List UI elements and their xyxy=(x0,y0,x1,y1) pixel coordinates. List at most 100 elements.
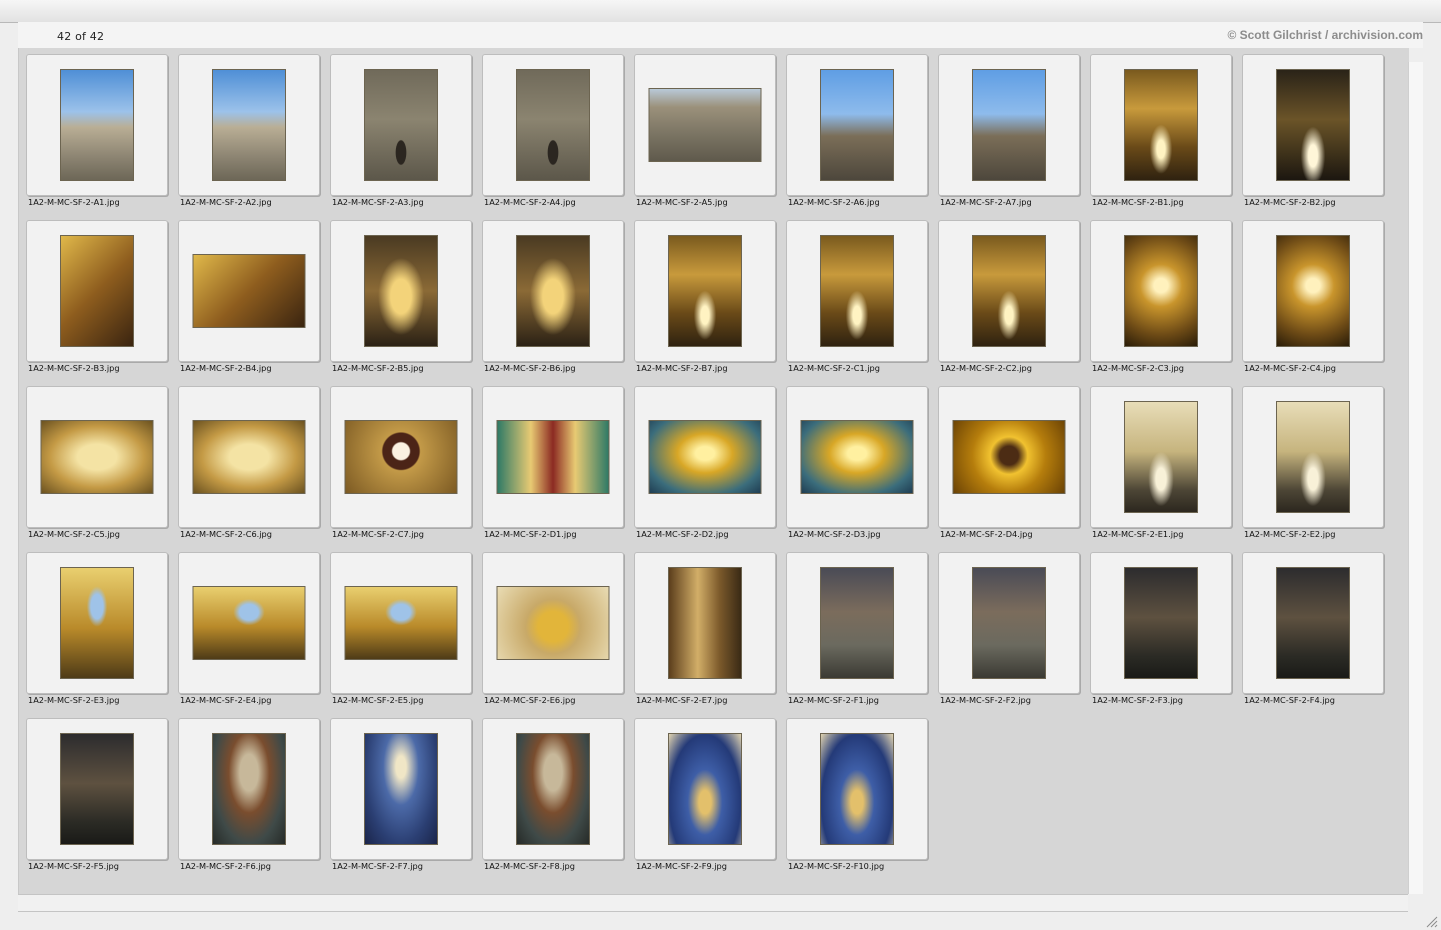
thumbnail-item[interactable]: 1A2-M-MC-SF-2-A6.jpg xyxy=(786,54,928,207)
thumbnail-image[interactable] xyxy=(192,420,306,494)
thumbnail-item[interactable]: 1A2-M-MC-SF-2-C7.jpg xyxy=(330,386,472,539)
thumbnail-filename: 1A2-M-MC-SF-2-F8.jpg xyxy=(484,861,575,871)
thumbnail-item[interactable]: 1A2-M-MC-SF-2-B7.jpg xyxy=(634,220,776,373)
thumbnail-item[interactable]: 1A2-M-MC-SF-2-E3.jpg xyxy=(26,552,168,705)
thumbnail-image[interactable] xyxy=(1124,69,1198,181)
thumbnail-item[interactable]: 1A2-M-MC-SF-2-B1.jpg xyxy=(1090,54,1232,207)
thumbnail-image[interactable] xyxy=(1276,401,1350,513)
thumbnail-item[interactable]: 1A2-M-MC-SF-2-D2.jpg xyxy=(634,386,776,539)
thumbnail-image[interactable] xyxy=(212,733,286,845)
thumbnail-item[interactable]: 1A2-M-MC-SF-2-F6.jpg xyxy=(178,718,320,871)
thumbnail-image[interactable] xyxy=(364,69,438,181)
thumbnail-item[interactable]: 1A2-M-MC-SF-2-F1.jpg xyxy=(786,552,928,705)
thumbnail-item[interactable]: 1A2-M-MC-SF-2-A3.jpg xyxy=(330,54,472,207)
thumbnail-image[interactable] xyxy=(60,733,134,845)
thumbnail-item[interactable]: 1A2-M-MC-SF-2-D1.jpg xyxy=(482,386,624,539)
thumbnail-item[interactable]: 1A2-M-MC-SF-2-B4.jpg xyxy=(178,220,320,373)
thumbnail-item[interactable]: 1A2-M-MC-SF-2-F5.jpg xyxy=(26,718,168,871)
thumbnail-image[interactable] xyxy=(192,254,306,328)
thumbnail-image[interactable] xyxy=(60,567,134,679)
thumbnail-image[interactable] xyxy=(820,235,894,347)
thumbnail-image[interactable] xyxy=(516,733,590,845)
thumbnail-filename: 1A2-M-MC-SF-2-F6.jpg xyxy=(180,861,271,871)
thumbnail-filename: 1A2-M-MC-SF-2-E6.jpg xyxy=(484,695,576,705)
thumbnail-item[interactable]: 1A2-M-MC-SF-2-C5.jpg xyxy=(26,386,168,539)
thumbnail-item[interactable]: 1A2-M-MC-SF-2-E4.jpg xyxy=(178,552,320,705)
thumbnail-filename: 1A2-M-MC-SF-2-A3.jpg xyxy=(332,197,424,207)
thumbnail-filename: 1A2-M-MC-SF-2-C5.jpg xyxy=(28,529,120,539)
thumbnail-image[interactable] xyxy=(972,69,1046,181)
thumbnail-image[interactable] xyxy=(212,69,286,181)
thumbnail-image[interactable] xyxy=(496,586,610,660)
thumbnail-image[interactable] xyxy=(972,235,1046,347)
thumbnail-image[interactable] xyxy=(344,586,458,660)
thumbnail-item[interactable]: 1A2-M-MC-SF-2-D3.jpg xyxy=(786,386,928,539)
thumbnail-item[interactable]: 1A2-M-MC-SF-2-C2.jpg xyxy=(938,220,1080,373)
thumbnail-item[interactable]: 1A2-M-MC-SF-2-C6.jpg xyxy=(178,386,320,539)
thumbnail-item[interactable]: 1A2-M-MC-SF-2-B3.jpg xyxy=(26,220,168,373)
thumbnail-item[interactable]: 1A2-M-MC-SF-2-B2.jpg xyxy=(1242,54,1384,207)
thumbnail-image[interactable] xyxy=(668,235,742,347)
thumbnail-item[interactable]: 1A2-M-MC-SF-2-E1.jpg xyxy=(1090,386,1232,539)
thumbnail-image[interactable] xyxy=(820,567,894,679)
thumbnail-item[interactable]: 1A2-M-MC-SF-2-E2.jpg xyxy=(1242,386,1384,539)
thumbnail-image[interactable] xyxy=(496,420,610,494)
thumbnail-item[interactable]: 1A2-M-MC-SF-2-A1.jpg xyxy=(26,54,168,207)
thumbnail-item[interactable]: 1A2-M-MC-SF-2-A5.jpg xyxy=(634,54,776,207)
vertical-scrollbar[interactable] xyxy=(1408,62,1423,894)
thumbnail-image[interactable] xyxy=(800,420,914,494)
thumbnail-item[interactable]: 1A2-M-MC-SF-2-F9.jpg xyxy=(634,718,776,871)
thumbnail-filename: 1A2-M-MC-SF-2-F4.jpg xyxy=(1244,695,1335,705)
thumbnail-grid[interactable]: 1A2-M-MC-SF-2-A1.jpg 1A2-M-MC-SF-2-A2.jpg… xyxy=(18,48,1409,894)
horizontal-scrollbar[interactable] xyxy=(18,894,1408,912)
thumbnail-image[interactable] xyxy=(952,420,1066,494)
thumbnail-item[interactable]: 1A2-M-MC-SF-2-B5.jpg xyxy=(330,220,472,373)
thumbnail-image[interactable] xyxy=(1124,567,1198,679)
thumbnail-image[interactable] xyxy=(364,733,438,845)
thumbnail-image[interactable] xyxy=(820,733,894,845)
thumbnail-image[interactable] xyxy=(668,567,742,679)
thumbnail-item[interactable]: 1A2-M-MC-SF-2-C1.jpg xyxy=(786,220,928,373)
thumbnail-image[interactable] xyxy=(1124,401,1198,513)
thumbnail-item[interactable]: 1A2-M-MC-SF-2-C4.jpg xyxy=(1242,220,1384,373)
thumbnail-item[interactable]: 1A2-M-MC-SF-2-F3.jpg xyxy=(1090,552,1232,705)
thumbnail-filename: 1A2-M-MC-SF-2-E5.jpg xyxy=(332,695,424,705)
thumbnail-item[interactable]: 1A2-M-MC-SF-2-F10.jpg xyxy=(786,718,928,871)
thumbnail-item[interactable]: 1A2-M-MC-SF-2-D4.jpg xyxy=(938,386,1080,539)
thumbnail-filename: 1A2-M-MC-SF-2-C7.jpg xyxy=(332,529,424,539)
thumbnail-image[interactable] xyxy=(516,69,590,181)
thumbnail-image[interactable] xyxy=(516,235,590,347)
thumbnail-filename: 1A2-M-MC-SF-2-E7.jpg xyxy=(636,695,728,705)
thumbnail-image[interactable] xyxy=(1276,567,1350,679)
thumbnail-filename: 1A2-M-MC-SF-2-C2.jpg xyxy=(940,363,1032,373)
thumbnail-filename: 1A2-M-MC-SF-2-B1.jpg xyxy=(1092,197,1184,207)
thumbnail-image[interactable] xyxy=(344,420,458,494)
thumbnail-item[interactable]: 1A2-M-MC-SF-2-E7.jpg xyxy=(634,552,776,705)
resize-grip-icon[interactable] xyxy=(1424,914,1438,928)
thumbnail-image[interactable] xyxy=(40,420,154,494)
thumbnail-image[interactable] xyxy=(648,88,762,162)
thumbnail-image[interactable] xyxy=(364,235,438,347)
thumbnail-image[interactable] xyxy=(60,235,134,347)
thumbnail-image[interactable] xyxy=(1276,69,1350,181)
thumbnail-image[interactable] xyxy=(648,420,762,494)
thumbnail-filename: 1A2-M-MC-SF-2-A7.jpg xyxy=(940,197,1032,207)
thumbnail-item[interactable]: 1A2-M-MC-SF-2-A2.jpg xyxy=(178,54,320,207)
thumbnail-image[interactable] xyxy=(60,69,134,181)
thumbnail-image[interactable] xyxy=(1276,235,1350,347)
thumbnail-item[interactable]: 1A2-M-MC-SF-2-C3.jpg xyxy=(1090,220,1232,373)
thumbnail-image[interactable] xyxy=(192,586,306,660)
thumbnail-image[interactable] xyxy=(668,733,742,845)
thumbnail-item[interactable]: 1A2-M-MC-SF-2-F7.jpg xyxy=(330,718,472,871)
thumbnail-image[interactable] xyxy=(820,69,894,181)
thumbnail-item[interactable]: 1A2-M-MC-SF-2-A7.jpg xyxy=(938,54,1080,207)
thumbnail-image[interactable] xyxy=(1124,235,1198,347)
thumbnail-item[interactable]: 1A2-M-MC-SF-2-F2.jpg xyxy=(938,552,1080,705)
thumbnail-item[interactable]: 1A2-M-MC-SF-2-E6.jpg xyxy=(482,552,624,705)
thumbnail-item[interactable]: 1A2-M-MC-SF-2-F8.jpg xyxy=(482,718,624,871)
thumbnail-image[interactable] xyxy=(972,567,1046,679)
thumbnail-item[interactable]: 1A2-M-MC-SF-2-A4.jpg xyxy=(482,54,624,207)
thumbnail-item[interactable]: 1A2-M-MC-SF-2-E5.jpg xyxy=(330,552,472,705)
thumbnail-item[interactable]: 1A2-M-MC-SF-2-F4.jpg xyxy=(1242,552,1384,705)
thumbnail-item[interactable]: 1A2-M-MC-SF-2-B6.jpg xyxy=(482,220,624,373)
